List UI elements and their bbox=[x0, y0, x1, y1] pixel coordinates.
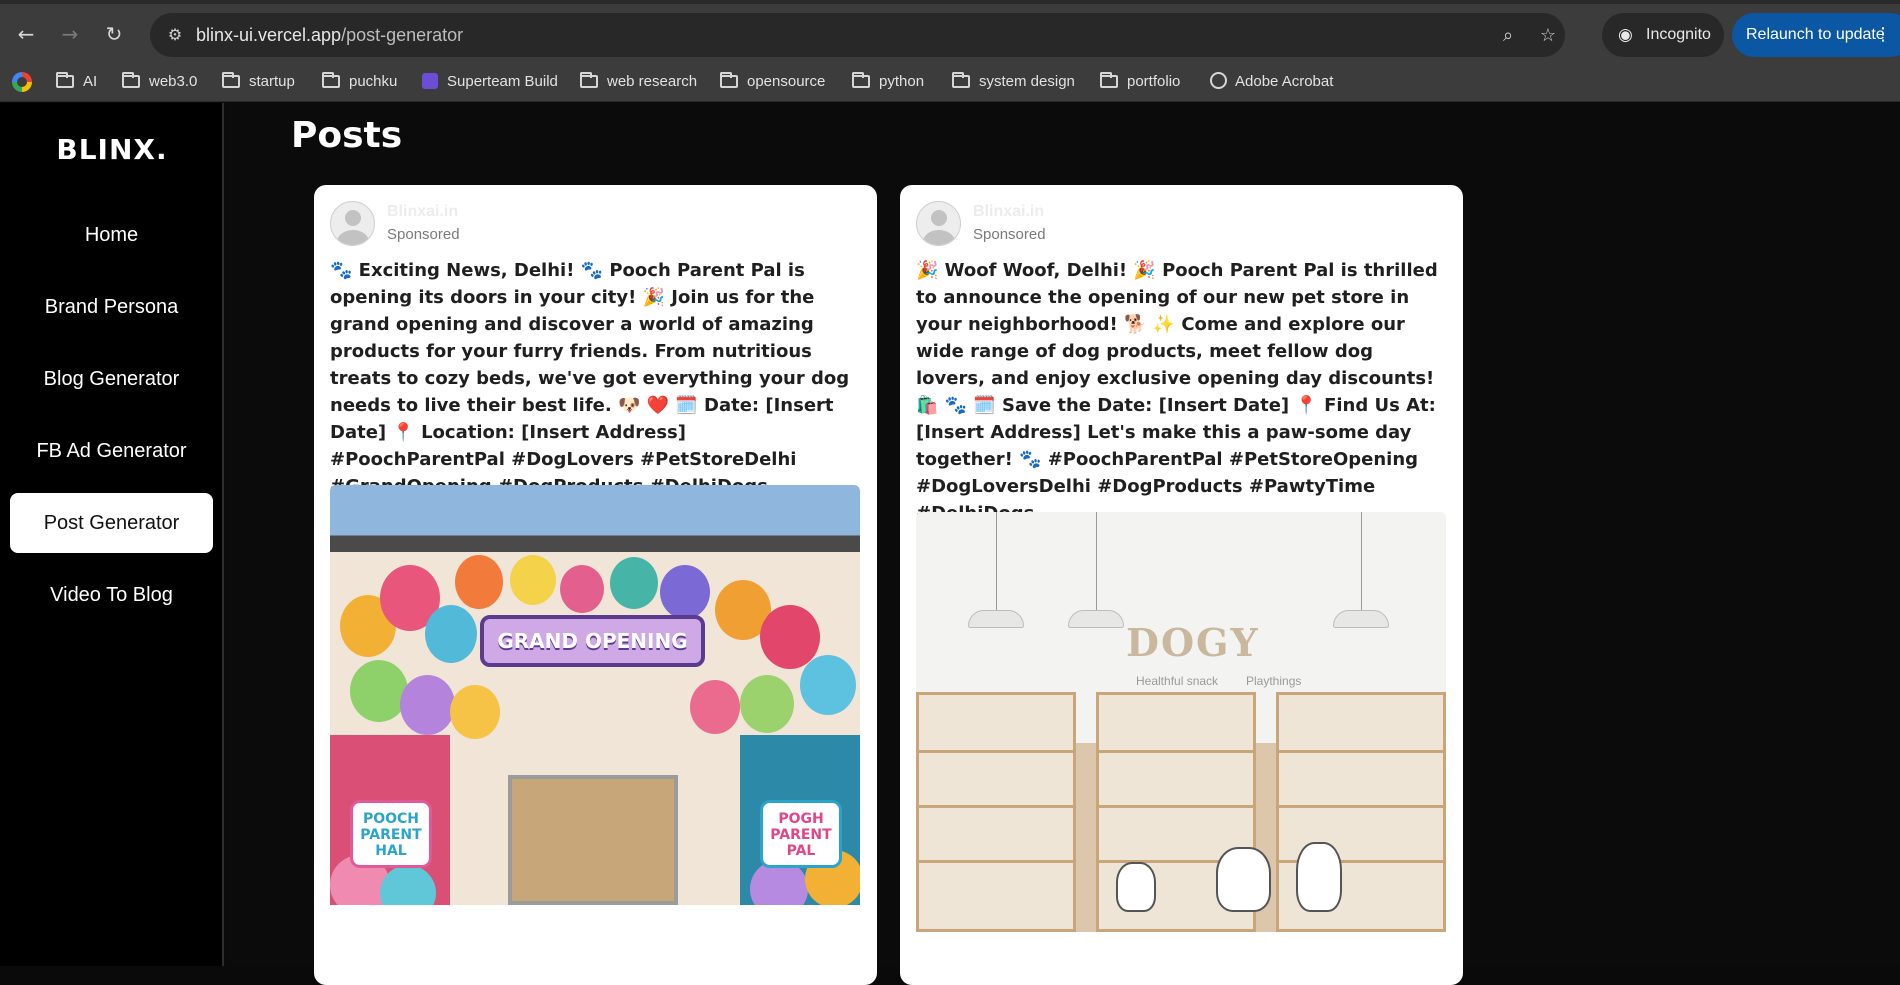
store-name: DOGY bbox=[1126, 620, 1260, 665]
product-shelf bbox=[916, 692, 1076, 932]
superteam-icon bbox=[422, 73, 438, 89]
bookmark-web3[interactable]: web3.0 bbox=[122, 62, 197, 102]
avatar bbox=[916, 201, 961, 246]
post-author: Blinxai.in bbox=[387, 203, 459, 220]
post-text: 🐾 Exciting News, Delhi! 🐾 Pooch Parent P… bbox=[330, 260, 850, 497]
balloon bbox=[400, 675, 455, 735]
bookmark-star-icon[interactable]: ☆ bbox=[1536, 24, 1560, 48]
nav-blog-generator[interactable]: Blog Generator bbox=[10, 349, 213, 409]
folder-icon bbox=[852, 72, 870, 88]
zoom-icon[interactable]: ⌕ bbox=[1496, 24, 1520, 48]
folder-icon bbox=[720, 72, 738, 88]
balloon bbox=[450, 685, 500, 739]
site-settings-icon[interactable]: ⚙ bbox=[164, 24, 186, 46]
brand-logo[interactable]: BLINX. bbox=[0, 133, 224, 166]
lamp-cord bbox=[1361, 512, 1362, 610]
bookmark-web-research[interactable]: web research bbox=[580, 62, 697, 102]
folder-icon bbox=[222, 72, 240, 88]
store-panel-right: POGH PARENT PAL bbox=[760, 800, 842, 868]
balloon bbox=[610, 557, 658, 609]
incognito-icon: ◉ bbox=[1618, 25, 1633, 45]
post-author: Blinxai.in bbox=[973, 203, 1045, 220]
nav-fb-ad-generator[interactable]: FB Ad Generator bbox=[10, 421, 213, 481]
sidebar: BLINX. Home Brand Persona Blog Generator… bbox=[0, 103, 224, 966]
shelf-label-right: Playthings bbox=[1246, 674, 1302, 688]
pendant-lamp bbox=[1068, 610, 1124, 628]
balloon bbox=[510, 555, 556, 605]
url-text[interactable]: blinx-ui.vercel.app/post-generator bbox=[196, 25, 463, 46]
bookmark-python[interactable]: python bbox=[852, 62, 924, 102]
store-panel-left: POOCH PARENT HAL bbox=[350, 800, 432, 868]
relaunch-label: Relaunch to update bbox=[1746, 26, 1885, 43]
folder-icon bbox=[580, 72, 598, 88]
balloon bbox=[690, 680, 740, 734]
nav-video-to-blog[interactable]: Video To Blog bbox=[10, 565, 213, 625]
lamp-cord bbox=[996, 512, 997, 610]
folder-icon bbox=[122, 72, 140, 88]
globe-icon bbox=[1210, 72, 1227, 89]
pendant-lamp bbox=[968, 610, 1024, 628]
forward-icon[interactable]: → bbox=[56, 20, 84, 48]
nav-home[interactable]: Home bbox=[10, 205, 213, 265]
dog-illustration bbox=[1296, 842, 1342, 912]
bookmark-startup[interactable]: startup bbox=[222, 62, 295, 102]
incognito-indicator[interactable]: ◉ Incognito bbox=[1602, 13, 1724, 57]
post-card: Blinxai.in Sponsored 🎉 Woof Woof, Delhi!… bbox=[900, 185, 1463, 985]
avatar bbox=[330, 201, 375, 246]
relaunch-button[interactable]: Relaunch to update ⋮ bbox=[1732, 13, 1900, 57]
shelf-label-left: Healthful snack bbox=[1136, 674, 1219, 688]
bookmark-adobe-acrobat[interactable]: Adobe Acrobat bbox=[1210, 62, 1333, 102]
post-sponsored-label: Sponsored bbox=[387, 226, 460, 243]
bookmark-superteam[interactable]: Superteam Build bbox=[422, 62, 558, 102]
more-menu-icon[interactable]: ⋮ bbox=[1874, 13, 1892, 57]
post-image-grand-opening: GRAND OPENING POOCH PARENT HAL POGH PARE… bbox=[330, 485, 860, 905]
bookmark-puchku[interactable]: puchku bbox=[322, 62, 397, 102]
address-bar[interactable]: ⚙ blinx-ui.vercel.app/post-generator ⌕ ☆ bbox=[150, 13, 1565, 57]
dog-illustration bbox=[1116, 862, 1156, 912]
balloon bbox=[425, 605, 477, 663]
bookmark-ai[interactable]: AI bbox=[56, 62, 97, 102]
balloon bbox=[560, 565, 604, 613]
post-card: Blinxai.in Sponsored 🐾 Exciting News, De… bbox=[314, 185, 877, 985]
url-host: blinx-ui.vercel.app bbox=[196, 25, 342, 45]
pendant-lamp bbox=[1333, 610, 1389, 628]
reload-icon[interactable]: ↻ bbox=[100, 20, 128, 48]
balloon bbox=[350, 660, 408, 722]
balloon bbox=[455, 555, 503, 609]
main-content: Posts Blinxai.in Sponsored 🐾 Exciting Ne… bbox=[226, 103, 1900, 985]
balloon bbox=[800, 655, 856, 715]
bookmark-opensource[interactable]: opensource bbox=[720, 62, 825, 102]
balloon bbox=[660, 565, 710, 619]
post-text: 🎉 Woof Woof, Delhi! 🎉 Pooch Parent Pal i… bbox=[916, 260, 1438, 524]
bookmarks-bar: AI web3.0 startup puchku Superteam Build… bbox=[0, 62, 1900, 102]
store-door bbox=[508, 775, 678, 905]
google-icon[interactable] bbox=[12, 72, 32, 92]
folder-icon bbox=[1100, 72, 1118, 88]
folder-icon bbox=[56, 72, 74, 88]
back-icon[interactable]: ← bbox=[12, 20, 40, 48]
nav-post-generator[interactable]: Post Generator bbox=[10, 493, 213, 553]
incognito-label: Incognito bbox=[1646, 26, 1711, 43]
dog-illustration bbox=[1216, 847, 1271, 912]
post-image-pet-store: DOGY Healthful snack Playthings bbox=[916, 512, 1446, 932]
folder-icon bbox=[322, 72, 340, 88]
lamp-cord bbox=[1096, 512, 1097, 610]
bookmark-system-design[interactable]: system design bbox=[952, 62, 1075, 102]
folder-icon bbox=[952, 72, 970, 88]
nav-brand-persona[interactable]: Brand Persona bbox=[10, 277, 213, 337]
grand-opening-sign: GRAND OPENING bbox=[480, 615, 705, 667]
bookmark-portfolio[interactable]: portfolio bbox=[1100, 62, 1180, 102]
browser-toolbar: ← → ↻ ⚙ blinx-ui.vercel.app/post-generat… bbox=[0, 0, 1900, 62]
post-sponsored-label: Sponsored bbox=[973, 226, 1046, 243]
page-title: Posts bbox=[291, 115, 403, 156]
url-path: /post-generator bbox=[341, 25, 464, 45]
balloon bbox=[740, 675, 794, 733]
